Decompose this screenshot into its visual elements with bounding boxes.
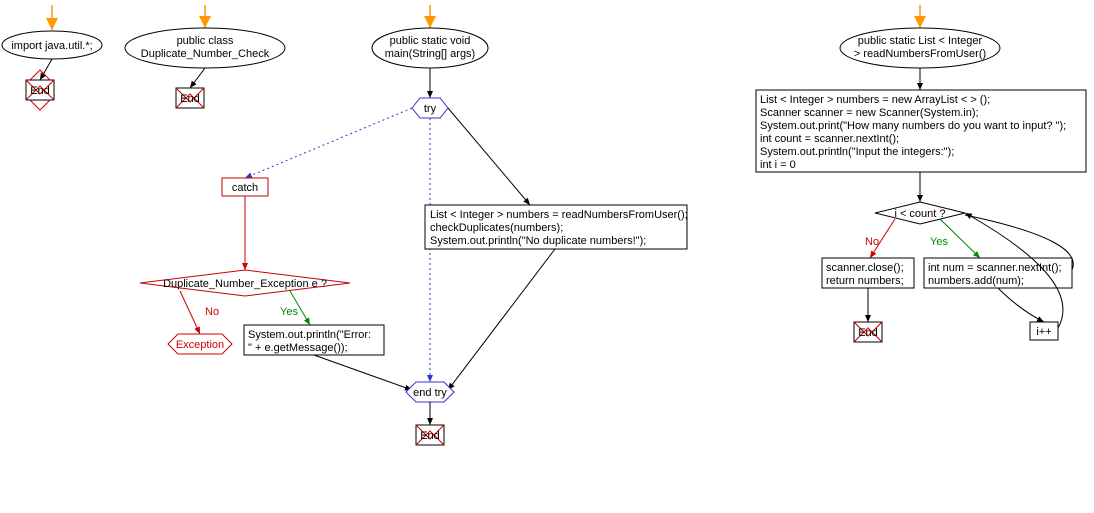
svg-text:Duplicate_Number_Check: Duplicate_Number_Check [141, 48, 270, 60]
flow-read: public static List < Integer > readNumbe… [756, 5, 1086, 342]
main-end: End [416, 425, 444, 445]
svg-text:" + e.getMessage());: " + e.getMessage()); [248, 342, 348, 354]
flow-main: public static void main(String[] args) t… [140, 5, 688, 445]
svg-text:No: No [205, 306, 219, 318]
svg-text:catch: catch [232, 182, 258, 194]
svg-text:System.out.println("No duplica: System.out.println("No duplicate numbers… [430, 235, 646, 247]
svg-text:checkDuplicates(numbers);: checkDuplicates(numbers); [430, 222, 563, 234]
flow-class: public class Duplicate_Number_Check End [125, 5, 285, 108]
svg-text:numbers.add(num);: numbers.add(num); [928, 275, 1024, 287]
svg-text:try: try [424, 103, 437, 115]
svg-text:scanner.close();: scanner.close(); [826, 262, 904, 274]
svg-text:List < Integer > numbers = rea: List < Integer > numbers = readNumbersFr… [430, 209, 688, 221]
svg-text:Yes: Yes [280, 306, 298, 318]
class-end: End [176, 88, 204, 108]
svg-text:return numbers;: return numbers; [826, 275, 904, 287]
svg-text:main(String[] args): main(String[] args) [385, 48, 475, 60]
svg-text:int count = scanner.nextInt();: int count = scanner.nextInt(); [760, 133, 899, 145]
svg-text:i < count ?: i < count ? [894, 208, 945, 220]
flowchart-canvas: import java.util.*; End public class Dup… [0, 0, 1094, 513]
svg-text:i++: i++ [1036, 326, 1051, 338]
svg-text:public static List < Integer: public static List < Integer [858, 35, 983, 47]
svg-text:No: No [865, 236, 879, 248]
svg-text:List < Integer > numbers = new: List < Integer > numbers = new ArrayList… [760, 94, 990, 106]
svg-text:Scanner scanner = new Scanner(: Scanner scanner = new Scanner(System.in)… [760, 107, 979, 119]
svg-text:End: End [420, 430, 440, 442]
svg-text:> readNumbersFromUser(): > readNumbersFromUser() [854, 48, 986, 60]
svg-text:public class: public class [177, 35, 234, 47]
svg-text:end try: end try [413, 387, 447, 399]
svg-text:Exception: Exception [176, 339, 224, 351]
svg-text:Yes: Yes [930, 236, 948, 248]
import-label: import java.util.*; [11, 40, 92, 52]
flow-import: import java.util.*; End [2, 5, 102, 110]
svg-text:End: End [858, 327, 878, 339]
svg-text:public static void: public static void [390, 35, 471, 47]
read-end: End [854, 322, 882, 342]
svg-text:int i = 0: int i = 0 [760, 159, 796, 171]
svg-text:End: End [30, 85, 50, 97]
svg-text:System.out.println("Input the: System.out.println("Input the integers:"… [760, 146, 954, 158]
svg-text:System.out.print("How many num: System.out.print("How many numbers do yo… [760, 120, 1066, 132]
import-end: End [26, 70, 54, 110]
svg-text:System.out.println("Error:: System.out.println("Error: [248, 329, 371, 341]
svg-text:End: End [180, 93, 200, 105]
svg-text:Duplicate_Number_Exception e ?: Duplicate_Number_Exception e ? [163, 278, 327, 290]
